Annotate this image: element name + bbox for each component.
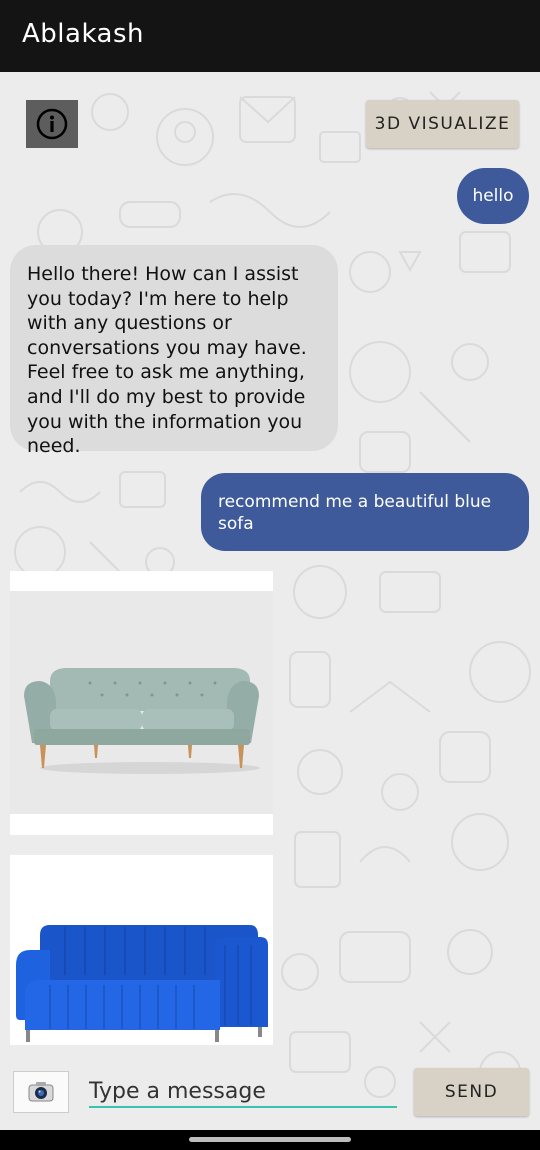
user-message-bubble: recommend me a beautiful blue sofa: [201, 473, 529, 551]
info-button[interactable]: [26, 100, 78, 148]
blue-sofa-image: [16, 925, 268, 1042]
message-text: recommend me a beautiful blue sofa: [218, 492, 492, 534]
message-text: Hello there! How can I assist you today?…: [27, 263, 307, 458]
bot-message-bubble: Hello there! How can I assist you today?…: [10, 245, 338, 457]
message-composer: SEND: [0, 1056, 540, 1130]
green-sofa-image: [24, 668, 260, 774]
info-icon: [36, 108, 68, 140]
message-text: hello: [472, 186, 514, 206]
user-message-bubble: hello: [457, 168, 529, 224]
camera-button[interactable]: [13, 1071, 69, 1113]
chat-area[interactable]: 3D VISUALIZE hello Hello there! How can …: [0, 72, 540, 1130]
app-bar: Ablakash: [0, 0, 540, 72]
sofa-result-image[interactable]: [10, 571, 273, 835]
send-button[interactable]: SEND: [414, 1068, 529, 1116]
app-title: Ablakash: [22, 19, 145, 49]
camera-icon: [28, 1082, 54, 1102]
3d-visualize-button[interactable]: 3D VISUALIZE: [366, 100, 519, 148]
message-input[interactable]: [89, 1076, 397, 1108]
sofa-result-image[interactable]: [10, 855, 273, 1045]
system-navigation-bar: [0, 1130, 540, 1150]
home-gesture-handle[interactable]: [189, 1137, 351, 1142]
